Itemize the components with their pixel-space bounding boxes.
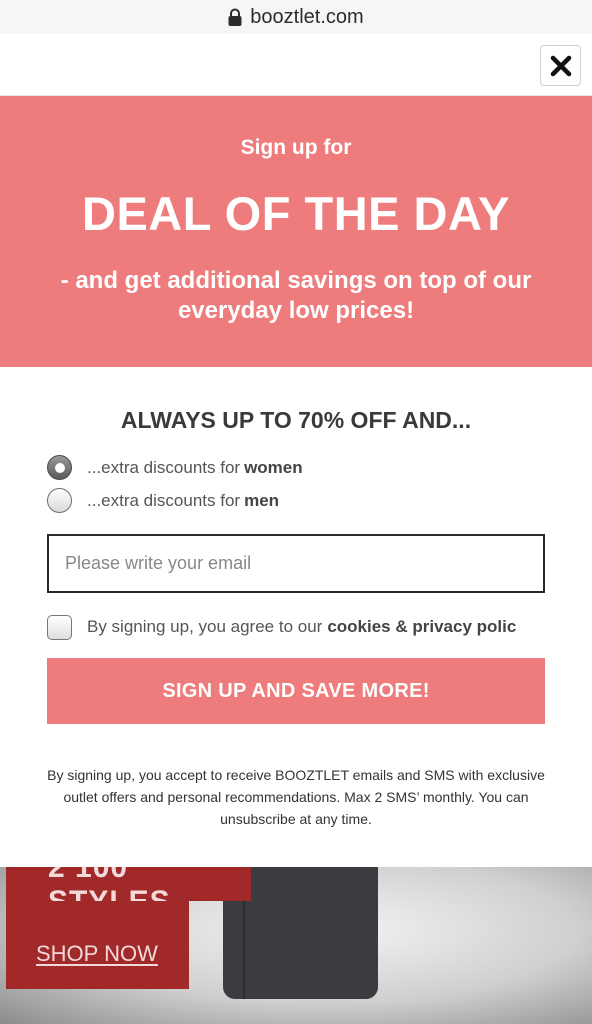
radio-button-men[interactable] — [47, 488, 72, 513]
radio-button-women[interactable] — [47, 455, 72, 480]
radio-label-men-bold: men — [244, 490, 280, 510]
fineprint-text: By signing up, you accept to receive BOO… — [47, 767, 545, 827]
page: booztlet.com Sign up for DEAL OF THE DAY… — [0, 0, 592, 1024]
radio-label-men-prefix: ...extra discounts for — [87, 490, 241, 510]
signup-hero: Sign up for DEAL OF THE DAY - and get ad… — [0, 96, 592, 367]
hero-subtitle: Sign up for — [240, 136, 352, 159]
promo-banner: SHOP NOW — [6, 901, 189, 989]
lock-icon — [228, 8, 242, 26]
close-button[interactable] — [540, 45, 581, 86]
email-input[interactable] — [47, 534, 545, 593]
hero-description: - and get additional savings on top of o… — [60, 267, 532, 324]
url-text: booztlet.com — [250, 5, 364, 28]
signup-form: ALWAYS UP TO 70% OFF AND... ...extra dis… — [0, 367, 592, 867]
radio-option-women[interactable]: ...extra discounts for women — [47, 455, 303, 480]
close-icon — [550, 55, 571, 76]
hero-title: DEAL OF THE DAY — [82, 187, 510, 240]
signup-button[interactable]: SIGN UP AND SAVE MORE! — [47, 658, 545, 724]
radio-dot — [54, 462, 65, 473]
promo-banner-text: 2 100 STYLES — [48, 867, 170, 901]
radio-label-women-bold: women — [244, 457, 303, 477]
consent-checkbox[interactable] — [47, 614, 72, 640]
promo-banner-top: 2 100 STYLES — [6, 867, 251, 901]
address-bar[interactable]: booztlet.com — [0, 0, 592, 34]
popup-header — [0, 34, 592, 96]
privacy-policy-link[interactable]: cookies & privacy polic — [327, 617, 516, 637]
shop-now-link[interactable]: SHOP NOW — [36, 941, 158, 967]
consent-text: By signing up, you agree to our — [87, 617, 323, 636]
radio-option-men[interactable]: ...extra discounts for men — [47, 488, 279, 513]
radio-label-women-prefix: ...extra discounts for — [87, 457, 241, 477]
background-page: 2 100 STYLES SHOP NOW — [0, 867, 592, 1024]
consent-row[interactable]: By signing up, you agree to our cookies … — [47, 612, 592, 642]
form-headline: ALWAYS UP TO 70% OFF AND... — [120, 407, 472, 433]
